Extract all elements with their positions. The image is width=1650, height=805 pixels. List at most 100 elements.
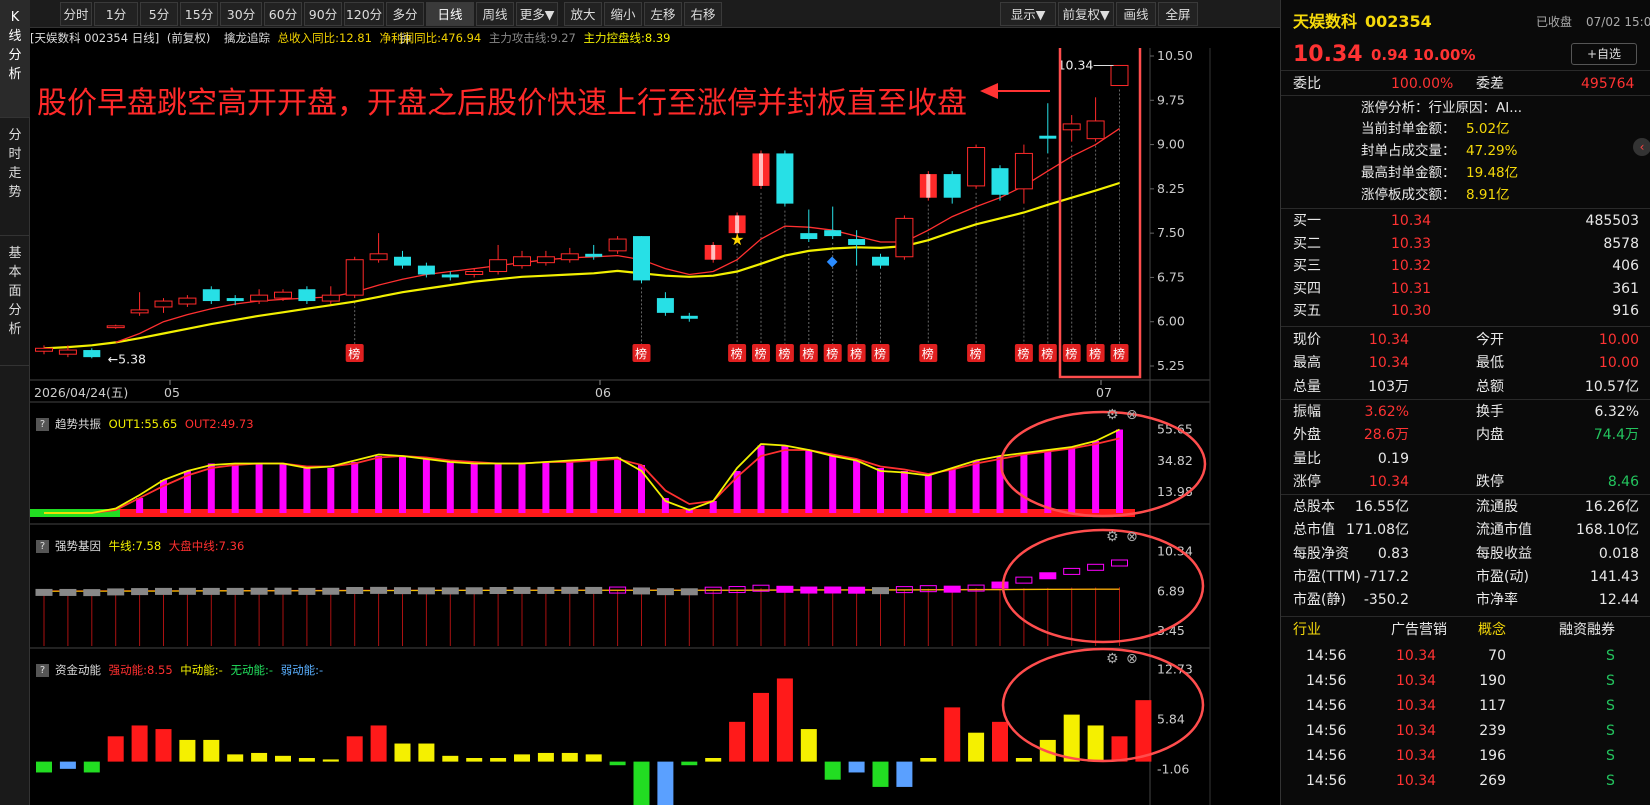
right-action-button-1[interactable]: 前复权▼ [1058,2,1114,26]
period-button-7[interactable]: 120分 [344,2,384,26]
bid-price-2: 10.32 [1391,258,1432,274]
bid-volume-0: 485503 [1585,213,1639,229]
period-button-2[interactable]: 5分 [140,2,178,26]
stat-value-a-2: 103万 [1368,378,1409,395]
date-label-3: 07 [1096,385,1112,400]
action-button-2[interactable]: 左移 [644,2,682,26]
zt-row-1: 封单占成交量： 47.29% [1281,140,1650,162]
sub2-block-19 [489,587,507,595]
tab-kline[interactable]: K线分析 [0,0,30,118]
stock-terminal: K线分析 分时走势 基本面分析 分时 1分 5分 15分 30分 60分 90分 120分 多分… [0,0,1650,805]
sub2-block-11 [298,587,316,595]
sub3-l2: 中动能:- [180,663,223,677]
sub3-l3: 无动能:- [230,663,274,677]
sub1-bar-22 [566,460,574,513]
candle-body-6 [178,297,197,305]
period-button-1[interactable]: 1分 [94,2,138,26]
sub1-bar-34 [853,460,861,513]
sub2-l2: 大盘中线:7.36 [168,539,245,553]
bid-row-1[interactable]: 买二 10.33 8578 [1281,233,1650,255]
bang-label-1: 榜 [635,346,647,361]
action-button-0[interactable]: 放大 [564,2,602,26]
stat-label-a-3: 振幅 [1293,403,1321,420]
sub2-block-12 [322,587,340,595]
bid-row-2[interactable]: 买三 10.32 406 [1281,255,1650,277]
bang-label-13: 榜 [1065,346,1077,361]
bid-label-3: 买四 [1293,280,1321,297]
period-button-9[interactable]: 日线 [426,2,474,26]
sub2-block-43 [1063,567,1081,575]
tick-volume-4: 196 [1479,748,1506,764]
price-tick-2: 9.00 [1157,137,1185,152]
candle-body-15 [394,256,411,266]
sub3-bar-3 [107,736,124,762]
sub2-help-icon[interactable]: ? [36,540,49,553]
tab-fundamental[interactable]: 基本面分析 [0,236,30,366]
add-favorite-button[interactable]: +自选 [1571,43,1637,65]
stock-header: 天娱数科 002354 已收盘 07/02 15:00 [1281,8,1650,36]
stat-value-a-3: 3.62% [1364,403,1409,420]
tick-side-2: S [1606,698,1615,714]
sub3-bar-20 [514,754,530,762]
indicator-info-bar: [天娱数科 002354 日线] (前复权) 擒龙追踪 总收入同比:12.81 … [30,28,1210,48]
tab-concept[interactable]: 概念 [1478,618,1506,642]
tab-industry-value[interactable]: 广告营销 [1391,618,1447,642]
sub3-bar-32 [800,729,817,762]
period-button-6[interactable]: 90分 [304,2,342,26]
zt-row-value-3: 8.91亿 [1466,187,1510,203]
stat-value-b-2: 10.57亿 [1584,378,1639,395]
indicator-name[interactable]: 擒龙追踪 [224,31,270,45]
sub1-bar-13 [351,462,359,513]
period-button-0[interactable]: 分时 [60,2,92,26]
stat-label-a-11: 市盈(静) [1293,592,1346,609]
price-change-pct: 10.00% [1413,46,1476,64]
sub1-bar-14 [375,456,383,513]
period-button-5[interactable]: 60分 [264,2,302,26]
candle-body-8 [226,298,244,302]
action-button-3[interactable]: 右移 [684,2,722,26]
bid-label-4: 买五 [1293,303,1321,319]
right-action-button-2[interactable]: 画线 [1116,2,1156,26]
collapse-panel-icon[interactable]: ‹ [1633,138,1650,156]
right-action-button-3[interactable]: 全屏 [1158,2,1198,26]
period-button-11[interactable]: 更多▼ [516,2,558,26]
period-button-10[interactable]: 周线 [476,2,514,26]
bid-row-3[interactable]: 买四 10.31 361 [1281,278,1650,300]
action-button-1[interactable]: 缩小 [604,2,642,26]
sub2-block-20 [513,586,531,594]
bid-row-4[interactable]: 买五 10.30 916 [1281,300,1650,322]
period-button-8[interactable]: 多分钟 [386,2,424,46]
candle-body-39 [967,147,986,187]
zt-analysis-row[interactable]: 涨停分析：行业原因：AI... [1281,96,1650,120]
period-button-4[interactable]: 30分 [220,2,262,26]
tab-intraday[interactable]: 分时走势 [0,118,30,236]
sub1-bar-15 [399,456,406,513]
candle-highlight-28 [711,244,716,260]
bid-volume-1: 8578 [1603,235,1639,252]
period-button-3[interactable]: 15分 [180,2,218,26]
sub1-bar-11 [303,468,311,513]
stock-name: 天娱数科 [1293,12,1358,31]
bid-row-0[interactable]: 买一 10.34 485503 [1281,210,1650,232]
tick-row-3: 14:56 10.34 239 S [1281,719,1650,743]
sub1-close-icon: ⊗ [1126,407,1138,423]
panel-tabs: 行业 广告营销 概念 融资融券 [1281,618,1650,642]
sub3-help-icon[interactable]: ? [36,664,49,677]
stock-title: [天娱数科 002354 日线] [30,31,160,45]
sub2-block-45 [1111,559,1128,567]
sub1-help-icon[interactable]: ? [36,418,49,431]
candle-body-43 [1062,123,1081,131]
tab-kline-label: K线分析 [8,10,22,82]
tab-margin[interactable]: 融资融券 [1559,618,1615,642]
tick-volume-2: 117 [1479,698,1506,714]
stat-label-a-9: 每股净资 [1293,545,1349,562]
bid-volume-3: 361 [1612,280,1639,297]
tab-industry[interactable]: 行业 [1293,618,1321,642]
candle-body-22 [560,253,579,261]
right-action-button-0[interactable]: 显示▼ [1000,2,1056,26]
stat-label-b-3: 换手 [1476,403,1504,420]
sub3-bar-37 [920,758,937,762]
date-label-0: 2026/04/24(五) [34,385,128,400]
candle-body-42 [1039,135,1057,139]
tick-side-4: S [1606,748,1615,764]
